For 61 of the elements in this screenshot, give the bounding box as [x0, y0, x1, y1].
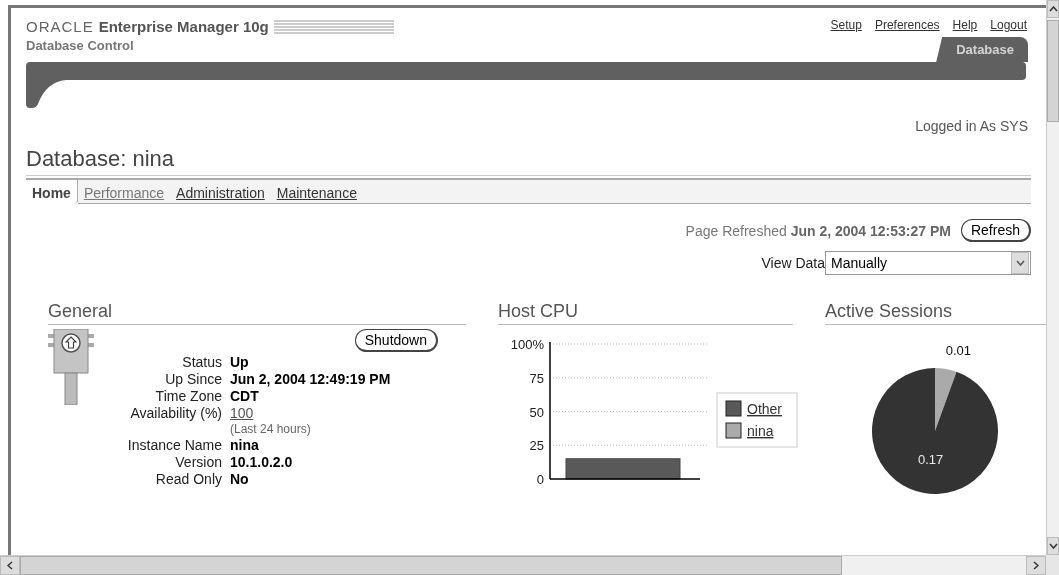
scrollbar-corner — [1046, 555, 1059, 575]
field-label: Instance Name — [126, 437, 222, 453]
axis-tick-label: 0 — [536, 472, 544, 487]
axis-tick-label: 25 — [529, 438, 544, 454]
shutdown-button[interactable]: Shutdown — [354, 329, 438, 352]
refresh-timestamp: Page Refreshed Jun 2, 2004 12:53:27 PM — [685, 222, 951, 239]
scroll-up-button[interactable] — [1047, 0, 1059, 18]
field-value: nina — [230, 437, 260, 453]
caret-left-icon — [7, 561, 13, 570]
section-heading: General — [48, 301, 466, 325]
dropdown-caret-icon — [1011, 252, 1029, 274]
field-value: CDT — [230, 388, 260, 404]
up-arrow-signal-icon — [48, 329, 94, 405]
scrollbar-thumb[interactable] — [20, 556, 842, 575]
axis-tick-label: 100% — [510, 337, 544, 352]
field-label: Status — [181, 354, 222, 370]
header-link[interactable]: Preferences — [874, 18, 940, 32]
logo-wordmark: ORACLE — [26, 18, 94, 35]
axis-tick-label: 50 — [529, 404, 544, 420]
field-label: View Data — [761, 255, 825, 271]
vertical-scrollbar[interactable] — [1046, 0, 1059, 555]
field-label: Up Since — [164, 371, 222, 387]
login-status: Logged in As SYS — [914, 118, 1028, 134]
data-label: 0.01 — [945, 343, 972, 359]
legend-link[interactable]: nina — [747, 423, 774, 439]
product-name: Enterprise Manager 10g — [98, 18, 269, 35]
field-label: Availability (%) — [129, 405, 222, 421]
legend-swatch — [725, 422, 742, 439]
field-value: No — [230, 471, 250, 487]
legend-link[interactable]: Other — [747, 401, 782, 417]
section-heading: Host CPU — [498, 301, 793, 325]
caret-up-icon — [1048, 6, 1058, 12]
scrollbar-thumb[interactable] — [1047, 20, 1059, 122]
subtab[interactable]: Performance — [77, 180, 171, 204]
view-data-dropdown[interactable]: Manually — [825, 251, 1031, 275]
scroll-right-button[interactable] — [1026, 556, 1046, 575]
main-tab[interactable]: Database — [936, 37, 1028, 62]
scroll-down-button[interactable] — [1047, 537, 1059, 555]
header-link[interactable]: Logout — [990, 18, 1027, 32]
field-label: Time Zone — [154, 388, 222, 404]
subtab[interactable]: Maintenance — [270, 180, 363, 204]
subtab[interactable]: Administration — [170, 180, 271, 204]
field-value: 10.1.0.2.0 — [230, 454, 294, 470]
field-label: Version — [174, 454, 222, 470]
field-label: Read Only — [154, 471, 222, 487]
field-value: Up — [230, 354, 250, 370]
horizontal-scrollbar[interactable] — [0, 555, 1046, 575]
field-note: (Last 24 hours) — [230, 422, 312, 436]
scroll-left-button[interactable] — [0, 556, 20, 575]
field-value: Jun 2, 2004 12:49:19 PM — [230, 371, 392, 387]
header-link[interactable]: Help — [952, 18, 978, 32]
page-title: Database: nina — [26, 146, 1031, 176]
value-link[interactable]: 100 — [230, 405, 254, 421]
data-label: 0.17 — [917, 451, 944, 467]
refresh-button[interactable]: Refresh — [960, 219, 1031, 242]
product-subtitle: Database Control — [26, 38, 135, 53]
legend-swatch — [725, 400, 742, 417]
header-link[interactable]: Setup — [830, 18, 862, 32]
caret-down-icon — [1048, 543, 1058, 549]
axis-tick-label: 75 — [529, 370, 544, 386]
caret-right-icon — [1033, 561, 1039, 570]
